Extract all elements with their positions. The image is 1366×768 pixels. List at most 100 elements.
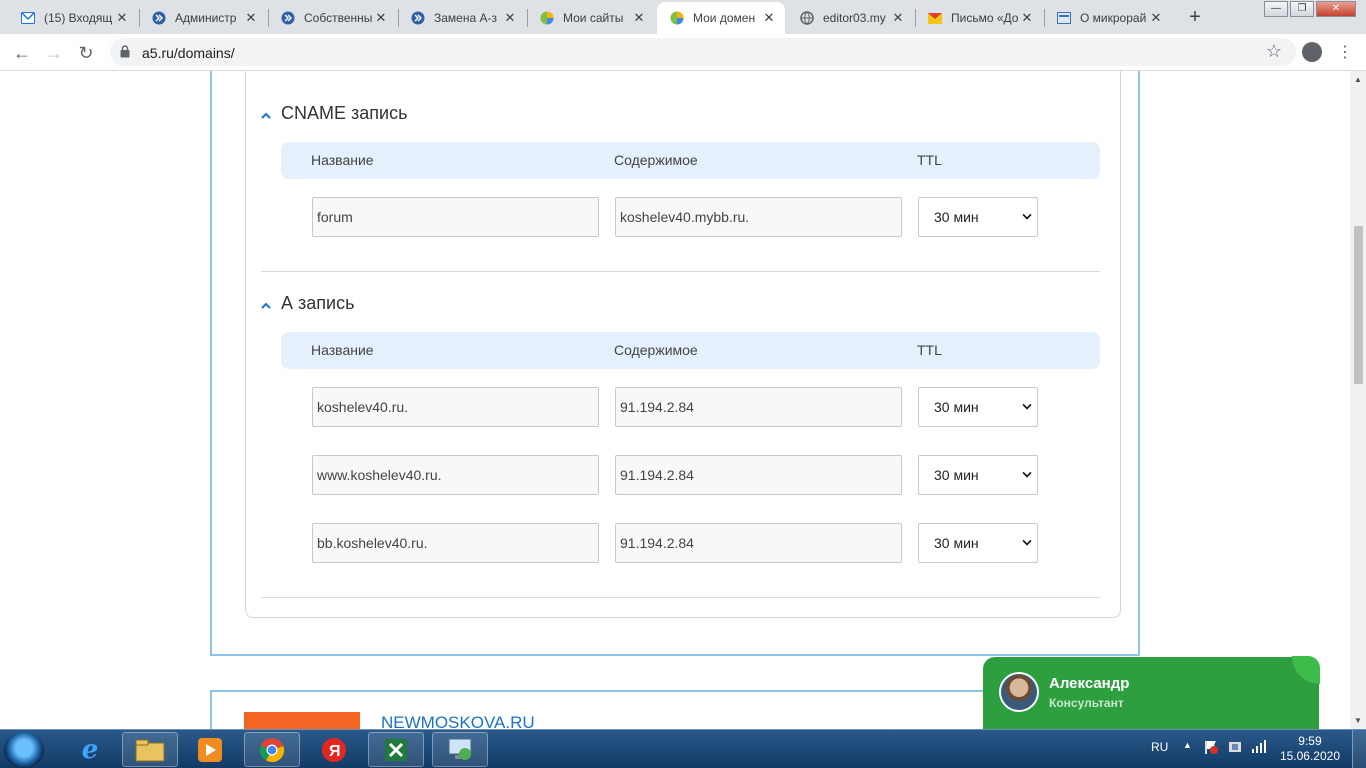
column-header-ttl: TTL [917, 342, 942, 358]
chevron-app-icon [410, 10, 426, 26]
new-tab-button[interactable]: + [1184, 6, 1206, 28]
chevron-down-icon [1022, 210, 1032, 220]
power-icon[interactable] [1227, 739, 1243, 758]
tab-inbox[interactable]: (15) Входящ ✕ [8, 2, 138, 34]
scrollbar-thumb[interactable] [1354, 226, 1363, 384]
ttl-value: 30 мин [934, 467, 979, 483]
language-indicator[interactable]: RU [1151, 740, 1168, 754]
ttl-select[interactable]: 30 мин [918, 387, 1038, 427]
show-desktop-button[interactable] [1352, 730, 1366, 768]
network-flag-icon[interactable] [1204, 739, 1218, 758]
tab-replace-a[interactable]: Замена А-з ✕ [398, 2, 526, 34]
scroll-up-arrow-icon[interactable]: ▲ [1354, 75, 1362, 84]
tab-title: Замена А-з [434, 11, 497, 25]
chevron-app-icon [280, 10, 296, 26]
address-bar[interactable]: a5.ru/domains/ ☆ [110, 38, 1296, 66]
reload-icon[interactable]: ↻ [74, 41, 98, 65]
minimize-button[interactable]: — [1264, 1, 1288, 17]
ttl-value: 30 мин [934, 209, 979, 225]
column-header-content: Содержимое [614, 152, 698, 168]
record-name-field[interactable]: forum [312, 197, 599, 237]
close-icon[interactable]: ✕ [631, 10, 647, 26]
ttl-value: 30 мин [934, 535, 979, 551]
column-header-name: Название [311, 342, 374, 358]
clock-date: 15.06.2020 [1279, 749, 1340, 763]
ttl-select[interactable]: 30 мин [918, 455, 1038, 495]
window-controls: — ❐ ✕ [1262, 1, 1356, 17]
close-icon[interactable]: ✕ [761, 10, 777, 26]
close-icon[interactable]: ✕ [890, 10, 906, 26]
chrome-icon[interactable] [244, 732, 300, 767]
site-icon [1056, 10, 1072, 26]
bookmark-star-icon[interactable]: ☆ [1266, 41, 1282, 62]
close-icon[interactable]: ✕ [1148, 10, 1164, 26]
record-content-field[interactable]: 91.194.2.84 [615, 387, 902, 427]
browser-toolbar: ← → ↻ a5.ru/domains/ ☆ ⋮ [0, 34, 1366, 71]
yandex-browser-icon[interactable]: Я [306, 732, 362, 767]
tab-microdistrict[interactable]: О микрорай ✕ [1044, 2, 1172, 34]
tab-my-sites[interactable]: Мои сайты ✕ [527, 2, 655, 34]
tab-title: О микрорай [1080, 11, 1147, 25]
chat-corner-decoration [1292, 656, 1320, 684]
ttl-select[interactable]: 30 мин [918, 197, 1038, 237]
more-menu-icon[interactable]: ⋮ [1337, 42, 1353, 62]
windows-taskbar: e Я RU ▲ 9:59 15.06.2020 [0, 729, 1366, 768]
tab-title: Мои сайты [563, 11, 624, 25]
close-icon[interactable]: ✕ [114, 10, 130, 26]
globe-color-icon [669, 10, 685, 26]
domain-link[interactable]: NEWMOSKOVA.RU [381, 713, 535, 729]
window-close-button[interactable]: ✕ [1316, 1, 1356, 17]
back-arrow-icon[interactable]: ← [10, 41, 34, 65]
page-scrollbar[interactable]: ▲ ▼ [1350, 71, 1366, 729]
maximize-button[interactable]: ❐ [1290, 1, 1314, 17]
tab-editor[interactable]: editor03.my ✕ [787, 2, 914, 34]
cname-section-toggle[interactable]: CNAME запись [261, 103, 407, 124]
tab-title: Собственны [304, 11, 373, 25]
close-icon[interactable]: ✕ [243, 10, 259, 26]
column-header-ttl: TTL [917, 152, 942, 168]
record-name-field[interactable]: bb.koshelev40.ru. [312, 523, 599, 563]
media-player-icon[interactable] [182, 732, 238, 767]
record-content-field[interactable]: 91.194.2.84 [615, 523, 902, 563]
table-header: Название Содержимое TTL [281, 142, 1100, 179]
tab-title: Администр [175, 11, 237, 25]
tab-own[interactable]: Собственны ✕ [268, 2, 397, 34]
file-explorer-icon[interactable] [122, 732, 178, 767]
ttl-select[interactable]: 30 мин [918, 523, 1038, 563]
record-content-field[interactable]: koshelev40.mybb.ru. [615, 197, 902, 237]
system-clock[interactable]: 9:59 15.06.2020 [1280, 734, 1340, 764]
scroll-down-arrow-icon[interactable]: ▼ [1354, 716, 1362, 725]
tab-my-domains[interactable]: Мои домен ✕ [657, 2, 785, 34]
internet-explorer-icon[interactable]: e [62, 732, 118, 767]
tab-admin[interactable]: Администр ✕ [139, 2, 267, 34]
excel-icon[interactable] [368, 732, 424, 767]
chevron-down-icon [1022, 536, 1032, 546]
close-icon[interactable]: ✕ [502, 10, 518, 26]
ttl-value: 30 мин [934, 399, 979, 415]
section-divider [261, 597, 1100, 598]
tab-letter[interactable]: Письмо «До ✕ [915, 2, 1043, 34]
close-icon[interactable]: ✕ [1019, 10, 1035, 26]
forward-arrow-icon[interactable]: → [42, 41, 66, 65]
record-content-field[interactable]: 91.194.2.84 [615, 455, 902, 495]
chevron-app-icon [151, 10, 167, 26]
globe-color-icon [539, 10, 555, 26]
signal-icon[interactable] [1251, 738, 1267, 757]
tab-title: (15) Входящ [44, 11, 113, 25]
column-header-name: Название [311, 152, 374, 168]
remote-desktop-icon[interactable] [432, 732, 488, 767]
chat-widget[interactable]: Александр Консультант [983, 656, 1320, 729]
profile-avatar-icon[interactable] [1302, 42, 1322, 62]
record-name-field[interactable]: www.koshelev40.ru. [312, 455, 599, 495]
lock-icon [120, 45, 130, 58]
start-button[interactable] [4, 732, 44, 768]
tray-expand-icon[interactable]: ▲ [1183, 740, 1192, 750]
page-viewport: CNAME запись Название Содержимое TTL for… [0, 71, 1350, 729]
consultant-name: Александр [1049, 675, 1130, 692]
a-section-toggle[interactable]: А запись [261, 293, 354, 314]
record-name-field[interactable]: koshelev40.ru. [312, 387, 599, 427]
tab-title: editor03.my [823, 11, 886, 25]
chevron-up-icon [261, 112, 271, 119]
section-divider [261, 271, 1100, 272]
close-icon[interactable]: ✕ [373, 10, 389, 26]
